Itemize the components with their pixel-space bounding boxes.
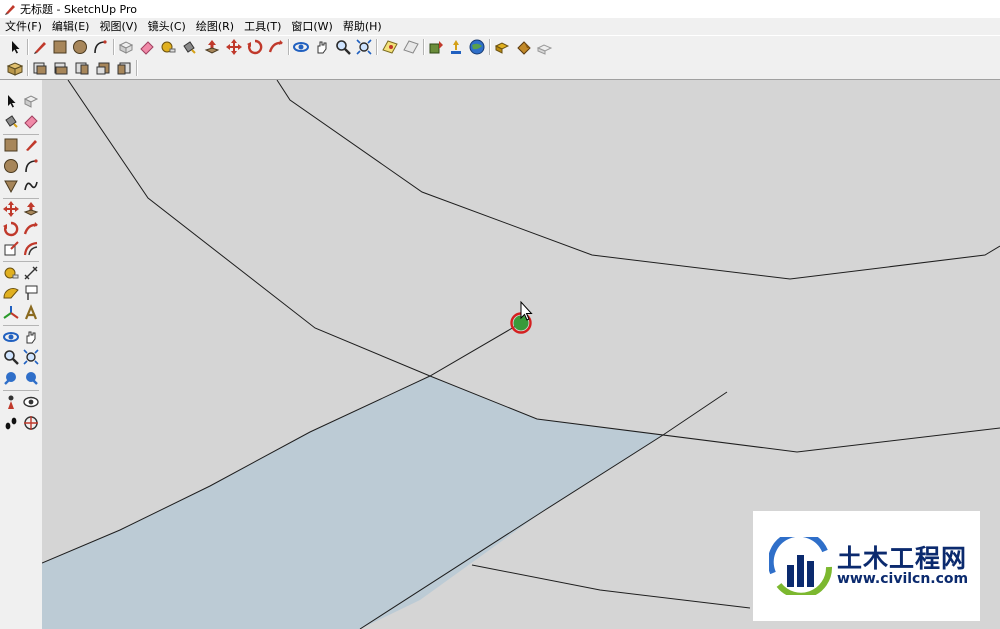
offset-icon[interactable] xyxy=(22,240,40,258)
watermark-url: www.civilcn.com xyxy=(837,571,969,587)
paint-bucket-icon[interactable] xyxy=(180,38,198,56)
push-pull-icon[interactable] xyxy=(203,38,221,56)
toolbar-separator xyxy=(113,39,115,55)
walk-icon[interactable] xyxy=(2,414,20,432)
tape-measure-icon[interactable] xyxy=(2,264,20,282)
rectangle-icon[interactable] xyxy=(51,38,69,56)
circle-icon[interactable] xyxy=(71,38,89,56)
add-location-icon[interactable] xyxy=(381,38,399,56)
edge-top[interactable] xyxy=(276,80,1000,280)
share-model-icon[interactable] xyxy=(447,38,465,56)
iso-view-icon[interactable] xyxy=(6,59,24,77)
toolbar-separator xyxy=(27,39,29,55)
pan-icon[interactable] xyxy=(22,328,40,346)
menu-bar: 文件(F) 编辑(E) 视图(V) 镜头(C) 绘图(R) 工具(T) 窗口(W… xyxy=(0,18,1000,35)
materials-icon[interactable] xyxy=(536,38,554,56)
make-component-icon[interactable] xyxy=(117,38,135,56)
eraser-icon[interactable] xyxy=(138,38,156,56)
front-view-icon[interactable] xyxy=(52,59,70,77)
zoom-icon[interactable] xyxy=(334,38,352,56)
views-toolbar xyxy=(0,57,1000,80)
follow-me-icon[interactable] xyxy=(22,220,40,238)
move-icon[interactable] xyxy=(2,200,20,218)
3d-text-icon[interactable] xyxy=(22,304,40,322)
orbit-icon[interactable] xyxy=(292,38,310,56)
rectangle-icon[interactable] xyxy=(2,136,20,154)
text-icon[interactable] xyxy=(22,284,40,302)
menu-tools[interactable]: 工具(T) xyxy=(239,18,286,35)
pencil-icon[interactable] xyxy=(31,38,49,56)
rotate-icon[interactable] xyxy=(246,38,264,56)
window-title: 无标题 - SketchUp Pro xyxy=(20,3,138,16)
toggle-terrain-icon[interactable] xyxy=(402,38,420,56)
menu-draw[interactable]: 绘图(R) xyxy=(191,18,239,35)
top-view-icon[interactable] xyxy=(31,59,49,77)
make-component-icon[interactable] xyxy=(22,92,40,110)
select-icon[interactable] xyxy=(2,92,20,110)
components-icon[interactable] xyxy=(494,38,512,56)
follow-me-icon[interactable] xyxy=(267,38,285,56)
large-tool-set xyxy=(0,80,43,629)
toolbar-separator xyxy=(3,261,39,262)
toolbar-separator xyxy=(489,39,491,55)
arc-icon[interactable] xyxy=(91,38,109,56)
blue-face[interactable] xyxy=(42,376,663,629)
circle-icon[interactable] xyxy=(2,157,20,175)
zoom-window-icon[interactable] xyxy=(22,348,40,366)
previous-view-icon[interactable] xyxy=(2,369,20,387)
pan-icon[interactable] xyxy=(313,38,331,56)
zoom-extents-icon[interactable] xyxy=(355,38,373,56)
look-around-icon[interactable] xyxy=(22,393,40,411)
menu-window[interactable]: 窗口(W) xyxy=(286,18,337,35)
polygon-icon[interactable] xyxy=(2,177,20,195)
right-view-icon[interactable] xyxy=(73,59,91,77)
left-view-icon[interactable] xyxy=(115,59,133,77)
watermark-logo: 土木工程网 www.civilcn.com xyxy=(753,511,980,621)
sketchup-app-icon xyxy=(5,5,15,15)
axes-icon[interactable] xyxy=(2,304,20,322)
protractor-icon[interactable] xyxy=(2,284,20,302)
move-icon[interactable] xyxy=(225,38,243,56)
dimension-icon[interactable] xyxy=(22,264,40,282)
tape-measure-icon[interactable] xyxy=(159,38,177,56)
freehand-icon[interactable] xyxy=(22,177,40,195)
menu-edit[interactable]: 编辑(E) xyxy=(47,18,95,35)
toolbar-separator xyxy=(376,39,378,55)
scale-icon[interactable] xyxy=(2,240,20,258)
rotate-icon[interactable] xyxy=(2,220,20,238)
toolbar-separator xyxy=(3,325,39,326)
eraser-icon[interactable] xyxy=(22,112,40,130)
edge-bottom-right[interactable] xyxy=(471,564,751,609)
edge-left[interactable] xyxy=(67,80,1000,453)
watermark-chinese-text: 土木工程网 xyxy=(837,544,968,573)
menu-file[interactable]: 文件(F) xyxy=(0,18,47,35)
back-view-icon[interactable] xyxy=(94,59,112,77)
styles-icon[interactable] xyxy=(515,38,533,56)
toolbar-separator xyxy=(3,134,39,135)
select-icon[interactable] xyxy=(6,38,24,56)
zoom-icon[interactable] xyxy=(2,348,20,366)
toolbar-separator xyxy=(288,39,290,55)
title-bar: 无标题 - SketchUp Pro xyxy=(0,0,1000,18)
push-pull-icon[interactable] xyxy=(22,200,40,218)
civilcn-logo-icon xyxy=(769,537,833,595)
toolbar-separator xyxy=(136,60,138,76)
google-earth-icon[interactable] xyxy=(468,38,486,56)
main-toolbar xyxy=(0,35,1000,59)
toolbar-separator xyxy=(423,39,425,55)
arc-icon[interactable] xyxy=(22,157,40,175)
orbit-icon[interactable] xyxy=(2,328,20,346)
paint-bucket-icon[interactable] xyxy=(2,112,20,130)
menu-help[interactable]: 帮助(H) xyxy=(338,18,387,35)
get-models-icon[interactable] xyxy=(427,38,445,56)
line-icon[interactable] xyxy=(22,136,40,154)
toolbar-separator xyxy=(3,198,39,199)
section-plane-icon[interactable] xyxy=(22,414,40,432)
toolbar-separator xyxy=(3,390,39,391)
position-camera-icon[interactable] xyxy=(2,393,20,411)
menu-view[interactable]: 视图(V) xyxy=(94,18,142,35)
menu-camera[interactable]: 镜头(C) xyxy=(143,18,191,35)
toolbar-separator xyxy=(27,60,29,76)
zoom-extents-icon[interactable] xyxy=(22,369,40,387)
